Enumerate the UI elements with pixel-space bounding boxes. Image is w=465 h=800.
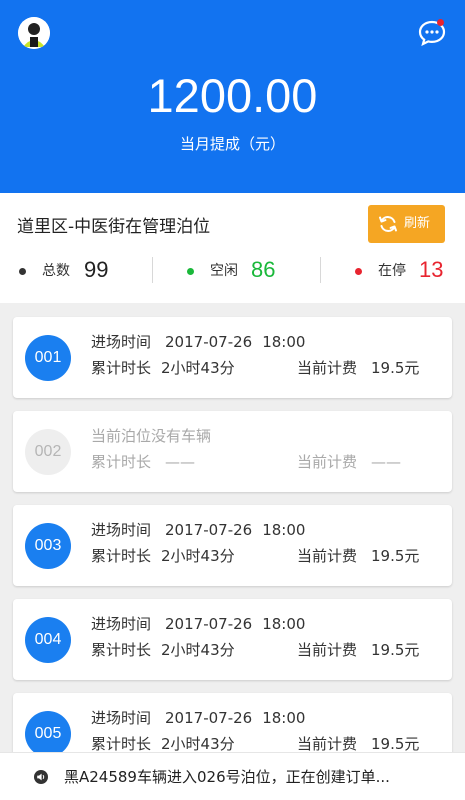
fee-label: 当前计费 bbox=[297, 547, 358, 565]
entry-row: 进场时间 2017-07-26 18:00 bbox=[91, 520, 305, 540]
slot-badge: 003 bbox=[25, 523, 71, 569]
parked-value: 13 bbox=[419, 257, 444, 282]
duration-value: 2小时43分 bbox=[161, 547, 235, 565]
parking-card[interactable]: 002 当前泊位没有车辆 累计时长 —— 当前计费 —— bbox=[13, 411, 452, 492]
total-label: 总数 bbox=[42, 263, 70, 279]
stat-parked: 在停 13 bbox=[355, 257, 455, 285]
parking-card[interactable]: 004 进场时间 2017-07-26 18:00 累计时长 2小时43分 当前计费 1… bbox=[13, 599, 452, 680]
fee-value: 19.5元 bbox=[371, 735, 420, 753]
slot-badge: 001 bbox=[25, 335, 71, 381]
commission-label: 当月提成（元） bbox=[179, 135, 285, 153]
duration-value: —— bbox=[165, 453, 196, 471]
parking-card[interactable]: 003 进场时间 2017-07-26 18:00 累计时长 2小时43分 当前计费 1… bbox=[13, 505, 452, 586]
speaker-icon bbox=[34, 770, 48, 784]
duration-label: 累计时长 bbox=[91, 359, 152, 377]
entry-time: 18:00 bbox=[262, 333, 306, 351]
user-avatar-icon bbox=[18, 17, 50, 49]
unread-dot bbox=[437, 19, 444, 26]
refresh-button[interactable]: 刷新 bbox=[368, 205, 445, 243]
fee-value: 19.5元 bbox=[371, 359, 420, 377]
free-dot bbox=[187, 268, 194, 275]
fee-row: 当前计费 19.5元 bbox=[297, 640, 419, 660]
fee-row: 当前计费 19.5元 bbox=[297, 546, 419, 566]
duration-value: 2小时43分 bbox=[161, 735, 235, 753]
entry-label: 进场时间 bbox=[91, 615, 152, 633]
free-label: 空闲 bbox=[210, 263, 238, 279]
fee-value: 19.5元 bbox=[371, 641, 420, 659]
duration-row: 累计时长 2小时43分 bbox=[91, 358, 235, 378]
entry-date: 2017-07-26 bbox=[165, 615, 253, 633]
duration-row: 累计时长 2小时43分 bbox=[91, 734, 235, 754]
duration-row: 累计时长 —— bbox=[91, 452, 195, 472]
entry-date: 2017-07-26 bbox=[165, 333, 253, 351]
duration-label: 累计时长 bbox=[91, 735, 152, 753]
free-value: 86 bbox=[251, 257, 276, 282]
duration-value: 2小时43分 bbox=[161, 641, 235, 659]
fee-row: 当前计费 19.5元 bbox=[297, 358, 419, 378]
fee-label: 当前计费 bbox=[297, 359, 358, 377]
fee-value: —— bbox=[371, 453, 402, 471]
fee-label: 当前计费 bbox=[297, 735, 358, 753]
entry-date: 2017-07-26 bbox=[165, 521, 253, 539]
slot-badge: 005 bbox=[25, 711, 71, 757]
empty-status: 当前泊位没有车辆 bbox=[91, 427, 212, 445]
total-dot bbox=[19, 268, 26, 275]
entry-row: 进场时间 2017-07-26 18:00 bbox=[91, 708, 305, 728]
refresh-label: 刷新 bbox=[404, 216, 431, 231]
duration-row: 累计时长 2小时43分 bbox=[91, 546, 235, 566]
duration-label: 累计时长 bbox=[91, 641, 152, 659]
entry-date: 2017-07-26 bbox=[165, 709, 253, 727]
duration-label: 累计时长 bbox=[91, 547, 152, 565]
entry-row: 进场时间 2017-07-26 18:00 bbox=[91, 332, 305, 352]
stat-free: 空闲 86 bbox=[187, 257, 297, 285]
entry-time: 18:00 bbox=[262, 521, 306, 539]
fee-value: 19.5元 bbox=[371, 547, 420, 565]
entry-time: 18:00 bbox=[262, 709, 306, 727]
notification-text: 黑A24589车辆进入026号泊位，正在创建订单... bbox=[64, 768, 390, 786]
duration-value: 2小时43分 bbox=[161, 359, 235, 377]
slot-badge: 002 bbox=[25, 429, 71, 475]
divider bbox=[320, 257, 321, 283]
fee-label: 当前计费 bbox=[297, 641, 358, 659]
fee-label: 当前计费 bbox=[297, 453, 358, 471]
lot-title: 道里区-中医街在管理泊位 bbox=[17, 217, 211, 237]
commission-amount: 1200.00 bbox=[147, 69, 318, 122]
parked-label: 在停 bbox=[378, 263, 406, 279]
duration-label: 累计时长 bbox=[91, 453, 152, 471]
entry-label: 进场时间 bbox=[91, 709, 152, 727]
slot-badge: 004 bbox=[25, 617, 71, 663]
parking-card[interactable]: 001 进场时间 2017-07-26 18:00 累计时长 2小时43分 当前计费 1… bbox=[13, 317, 452, 398]
fee-row: 当前计费 —— bbox=[297, 452, 401, 472]
divider bbox=[152, 257, 153, 283]
stat-total: 总数 99 bbox=[19, 257, 129, 285]
entry-time: 18:00 bbox=[262, 615, 306, 633]
duration-row: 累计时长 2小时43分 bbox=[91, 640, 235, 660]
entry-row: 进场时间 2017-07-26 18:00 bbox=[91, 614, 305, 634]
header-banner: 1200.00 当月提成（元） bbox=[0, 0, 465, 193]
notification-bar[interactable]: 黑A24589车辆进入026号泊位，正在创建订单... bbox=[0, 752, 465, 800]
fee-row: 当前计费 19.5元 bbox=[297, 734, 419, 754]
avatar[interactable] bbox=[18, 17, 50, 49]
entry-label: 进场时间 bbox=[91, 521, 152, 539]
entry-label: 进场时间 bbox=[91, 333, 152, 351]
refresh-icon bbox=[379, 216, 397, 232]
parked-dot bbox=[355, 268, 362, 275]
total-value: 99 bbox=[84, 257, 109, 282]
